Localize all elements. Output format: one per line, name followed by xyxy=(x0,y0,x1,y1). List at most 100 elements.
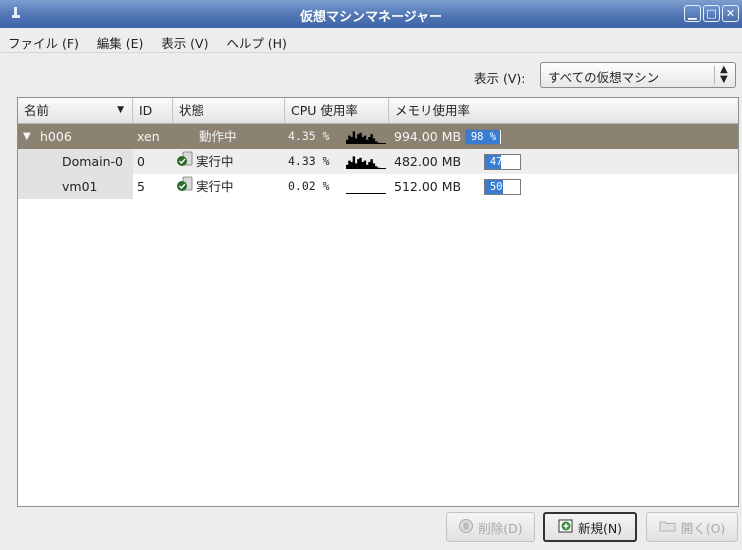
cpu-graph-bar xyxy=(370,134,373,144)
maximize-icon[interactable]: □ xyxy=(703,5,720,22)
cpu-graph-bar xyxy=(357,159,360,169)
menu-help[interactable]: ヘルプ (H) xyxy=(218,28,293,52)
cpu-graph-bar xyxy=(348,135,351,144)
cpu-graph-bar xyxy=(346,164,349,169)
expander-icon[interactable]: ▼ xyxy=(23,124,31,149)
cpu-graph xyxy=(346,131,386,144)
host-state: 動作中 xyxy=(199,129,237,144)
menu-edit[interactable]: 編集 (E) xyxy=(89,28,150,52)
sort-down-icon: ▼ xyxy=(117,105,124,115)
vm-list[interactable]: 名前 ▼ ID 状態 CPU 使用率 メモリ使用率 ▼ h006 xen 動作中… xyxy=(17,97,739,507)
cpu-graph-bar xyxy=(383,168,386,169)
cpu-graph-bar xyxy=(368,137,371,144)
cpu-graph-bar xyxy=(352,193,356,194)
open-button[interactable]: 開く(O) xyxy=(646,512,738,542)
vm-id: 0 xyxy=(137,154,145,169)
running-icon xyxy=(176,175,194,200)
minimize-icon[interactable]: ▁ xyxy=(684,5,701,22)
new-label: 新規(N) xyxy=(577,520,623,536)
cpu-graph-bar xyxy=(354,193,358,194)
cpu-graph-bar xyxy=(377,142,380,144)
memory-bar: 98 % xyxy=(465,129,502,145)
cpu-graph-bar xyxy=(368,162,371,169)
vm-cpu: 4.33 % xyxy=(288,154,330,168)
column-header-id[interactable]: ID xyxy=(133,98,173,123)
cpu-graph-bar xyxy=(352,131,356,144)
combo-separator xyxy=(714,66,715,84)
menu-file[interactable]: ファイル (F) xyxy=(0,28,85,52)
vm-memory: 512.00 MB xyxy=(394,179,462,194)
vm-cpu: 0.02 % xyxy=(288,179,330,193)
cpu-graph-bar xyxy=(381,168,384,169)
menu-bar: ファイル (F) 編集 (E) 表示 (V) ヘルプ (H) xyxy=(0,28,742,53)
new-icon xyxy=(558,518,574,537)
host-memory: 994.00 MB xyxy=(394,129,462,144)
cpu-graph-bar xyxy=(350,162,353,169)
column-name-label: 名前 xyxy=(24,103,50,118)
delete-button[interactable]: 削除(D) xyxy=(446,512,535,542)
vm-id: 5 xyxy=(137,179,145,194)
cpu-graph-bar xyxy=(361,193,364,194)
cpu-graph-bar xyxy=(377,193,380,194)
cpu-graph-bar xyxy=(377,167,380,169)
cpu-graph-bar xyxy=(350,137,353,144)
column-header-memory[interactable]: メモリ使用率 xyxy=(389,98,738,123)
cpu-graph-bar xyxy=(354,138,358,144)
cpu-graph xyxy=(346,193,386,194)
vm-state-label: 実行中 xyxy=(196,154,234,169)
new-button[interactable]: 新規(N) xyxy=(543,512,637,542)
filter-label: 表示 (V): xyxy=(474,71,526,86)
cpu-graph-bar xyxy=(372,138,376,144)
cpu-graph-bar xyxy=(381,193,384,194)
vm-state-label: 実行中 xyxy=(196,179,234,194)
host-type: xen xyxy=(137,129,160,144)
cpu-graph-bar xyxy=(379,143,382,144)
title-bar: 仮想マシンマネージャー ▁ □ ✕ xyxy=(0,0,742,28)
cpu-graph-bar xyxy=(363,193,367,194)
open-label: 開く(O) xyxy=(680,520,726,536)
cpu-graph-bar xyxy=(374,141,378,144)
delete-label: 削除(D) xyxy=(478,520,523,536)
cpu-graph-bar xyxy=(346,139,349,144)
column-header-state[interactable]: 状態 xyxy=(173,98,285,123)
vm-name: vm01 xyxy=(62,179,98,194)
vm-row[interactable]: vm01 5 実行中 0.02 % 512.00 MB 50 % xyxy=(18,174,738,199)
cpu-graph-bar xyxy=(352,156,356,169)
updown-arrow-icon: ▲ ▼ xyxy=(720,64,728,85)
cpu-graph-bar xyxy=(348,160,351,169)
vm-state: 実行中 xyxy=(176,174,234,199)
vm-filter-select[interactable]: すべての仮想マシン ▲ ▼ xyxy=(540,62,736,88)
running-icon xyxy=(176,150,194,175)
close-icon[interactable]: ✕ xyxy=(722,5,739,22)
vm-row[interactable]: Domain-0 0 実行中 4.33 % 482.00 MB 47 % xyxy=(18,149,738,174)
cpu-graph-bar xyxy=(383,143,386,144)
host-row[interactable]: ▼ h006 xen 動作中 4.35 % 994.00 MB 98 % xyxy=(18,124,738,149)
cpu-graph-bar xyxy=(366,193,369,194)
cpu-graph-bar xyxy=(348,193,351,194)
column-header-name[interactable]: 名前 ▼ xyxy=(18,98,133,123)
cpu-graph-bar xyxy=(354,163,358,169)
menu-view[interactable]: 表示 (V) xyxy=(153,28,214,52)
cpu-graph-bar xyxy=(379,168,382,169)
memory-bar: 47 % xyxy=(484,154,521,170)
cpu-graph-bar xyxy=(361,137,364,144)
cpu-graph-bar xyxy=(381,143,384,144)
cpu-graph-bar xyxy=(372,193,376,194)
filter-selected: すべての仮想マシン xyxy=(548,70,660,85)
cpu-graph-bar xyxy=(374,166,378,169)
list-header: 名前 ▼ ID 状態 CPU 使用率 メモリ使用率 xyxy=(18,98,738,124)
cpu-graph-bar xyxy=(379,193,382,194)
cpu-graph-bar xyxy=(359,132,362,144)
vm-memory: 482.00 MB xyxy=(394,154,462,169)
vm-state: 実行中 xyxy=(176,149,234,174)
column-header-cpu[interactable]: CPU 使用率 xyxy=(285,98,389,123)
cpu-graph-bar xyxy=(374,193,378,194)
cpu-graph-bar xyxy=(370,159,373,169)
cpu-graph xyxy=(346,156,386,169)
cpu-graph-bar xyxy=(346,193,349,194)
vm-name: Domain-0 xyxy=(62,154,123,169)
cpu-graph-bar xyxy=(383,193,386,194)
cpu-graph-bar xyxy=(370,193,373,194)
host-cpu: 4.35 % xyxy=(288,129,330,143)
cpu-graph-bar xyxy=(361,162,364,169)
